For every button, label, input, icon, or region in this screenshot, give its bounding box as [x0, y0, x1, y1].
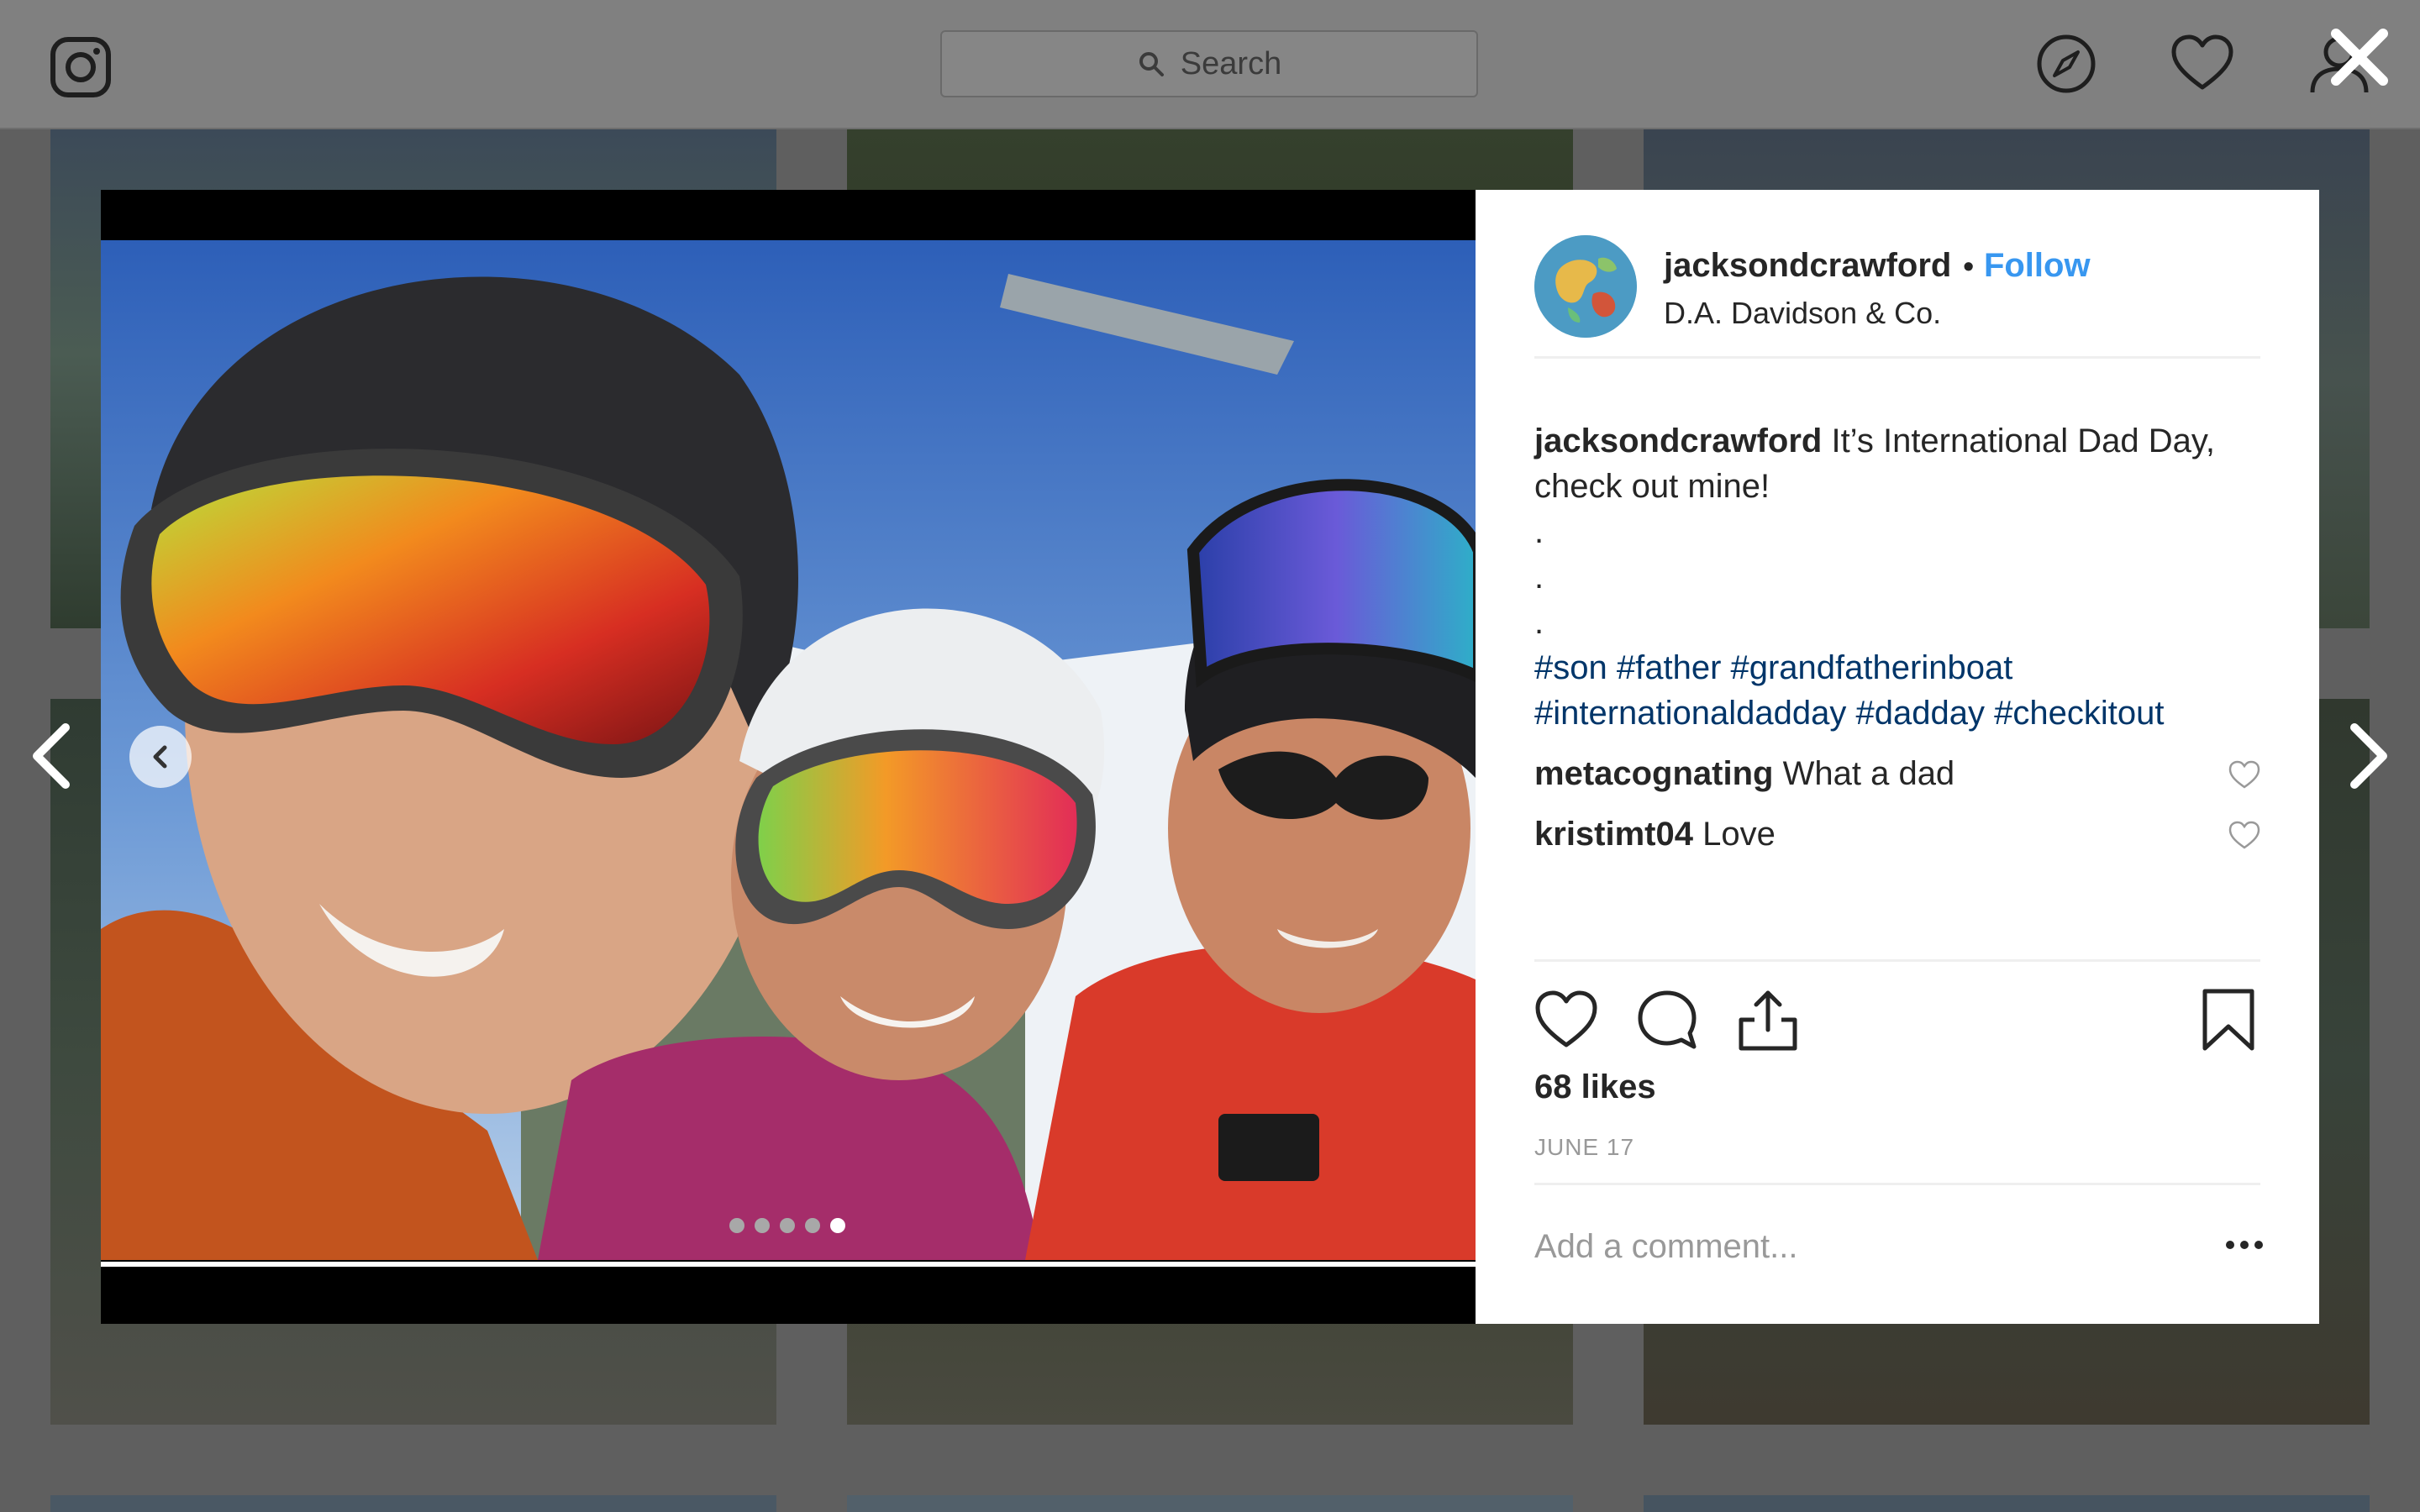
comment-bubble-icon[interactable]: [1635, 988, 1699, 1052]
comment-text: What a dad: [1782, 755, 1955, 792]
more-options-icon[interactable]: [2223, 1228, 2265, 1262]
search-icon: [1139, 52, 1164, 76]
previous-post-icon[interactable]: [27, 721, 77, 791]
caption-hashtags[interactable]: #internationaldadday #dadday #checkitout: [1534, 690, 2260, 736]
follow-button[interactable]: Follow: [1984, 247, 2091, 284]
share-icon[interactable]: [1736, 988, 1800, 1052]
caption-dot: .: [1534, 604, 1544, 641]
grid-photo[interactable]: [50, 1495, 776, 1512]
chevron-left-icon: [153, 745, 167, 769]
post-details-panel: jacksondcrawford • Follow D.A. Davidson & …: [1476, 190, 2319, 1324]
caption-dot: .: [1534, 513, 1544, 550]
actions-divider: [1534, 959, 2260, 962]
post-date[interactable]: JUNE 17: [1534, 1134, 1634, 1161]
comments-list: jacksondcrawford It’s International Dad …: [1534, 418, 2260, 857]
instagram-icon[interactable]: [49, 35, 113, 99]
caption-hashtags[interactable]: #son #father #grandfatherinboat: [1534, 645, 2260, 690]
carousel-dot: [729, 1218, 744, 1233]
comment-text: Love: [1702, 816, 1776, 853]
next-post-icon[interactable]: [2343, 721, 2393, 791]
grid-photo[interactable]: [847, 1495, 1573, 1512]
caption-dot: .: [1534, 559, 1544, 596]
search-box[interactable]: Search: [940, 30, 1478, 97]
carousel-dot: [805, 1218, 820, 1233]
explore-compass-icon[interactable]: [2034, 32, 2098, 96]
location-link[interactable]: D.A. Davidson & Co.: [1664, 296, 1941, 331]
post-media: [101, 190, 1476, 1324]
post-header: jacksondcrawford • Follow D.A. Davidson & …: [1534, 235, 2260, 359]
separator-bullet: •: [1963, 249, 1974, 283]
post-photo: [101, 240, 1476, 1260]
comment-row: kristimt04 Love: [1534, 811, 2260, 857]
likes-count[interactable]: 68 likes: [1534, 1068, 1656, 1106]
carousel-indicator: [729, 1218, 845, 1233]
comment-row: metacognating What a dad: [1534, 751, 2260, 796]
caption-username[interactable]: jacksondcrawford: [1534, 423, 1822, 459]
search-placeholder: Search: [1180, 45, 1282, 81]
comment-username[interactable]: metacognating: [1534, 755, 1773, 792]
bookmark-icon[interactable]: [2196, 988, 2260, 1052]
username-link[interactable]: jacksondcrawford: [1664, 247, 1951, 284]
carousel-prev-button[interactable]: [129, 726, 192, 788]
add-comment-input[interactable]: [1534, 1221, 2173, 1272]
avatar[interactable]: [1534, 235, 1637, 338]
carousel-dot: [780, 1218, 795, 1233]
comment-username[interactable]: kristimt04: [1534, 816, 1693, 853]
caption: jacksondcrawford It’s International Dad …: [1534, 418, 2260, 509]
comment-divider: [1534, 1183, 2260, 1185]
close-icon[interactable]: [2324, 22, 2395, 92]
media-divider: [101, 1262, 1476, 1267]
carousel-dot-active: [830, 1218, 845, 1233]
activity-heart-icon[interactable]: [2170, 32, 2234, 96]
avatar-globe-icon: [1534, 235, 1637, 338]
top-navbar: Search: [0, 0, 2420, 129]
comment-like-heart-icon[interactable]: [2228, 759, 2260, 791]
like-heart-icon[interactable]: [1534, 988, 1598, 1052]
comment-like-heart-icon[interactable]: [2228, 820, 2260, 852]
post-author: jacksondcrawford • Follow: [1664, 247, 2091, 285]
post-modal: jacksondcrawford • Follow D.A. Davidson & …: [101, 190, 2319, 1324]
carousel-dot: [755, 1218, 770, 1233]
grid-photo[interactable]: [1644, 1495, 2370, 1512]
